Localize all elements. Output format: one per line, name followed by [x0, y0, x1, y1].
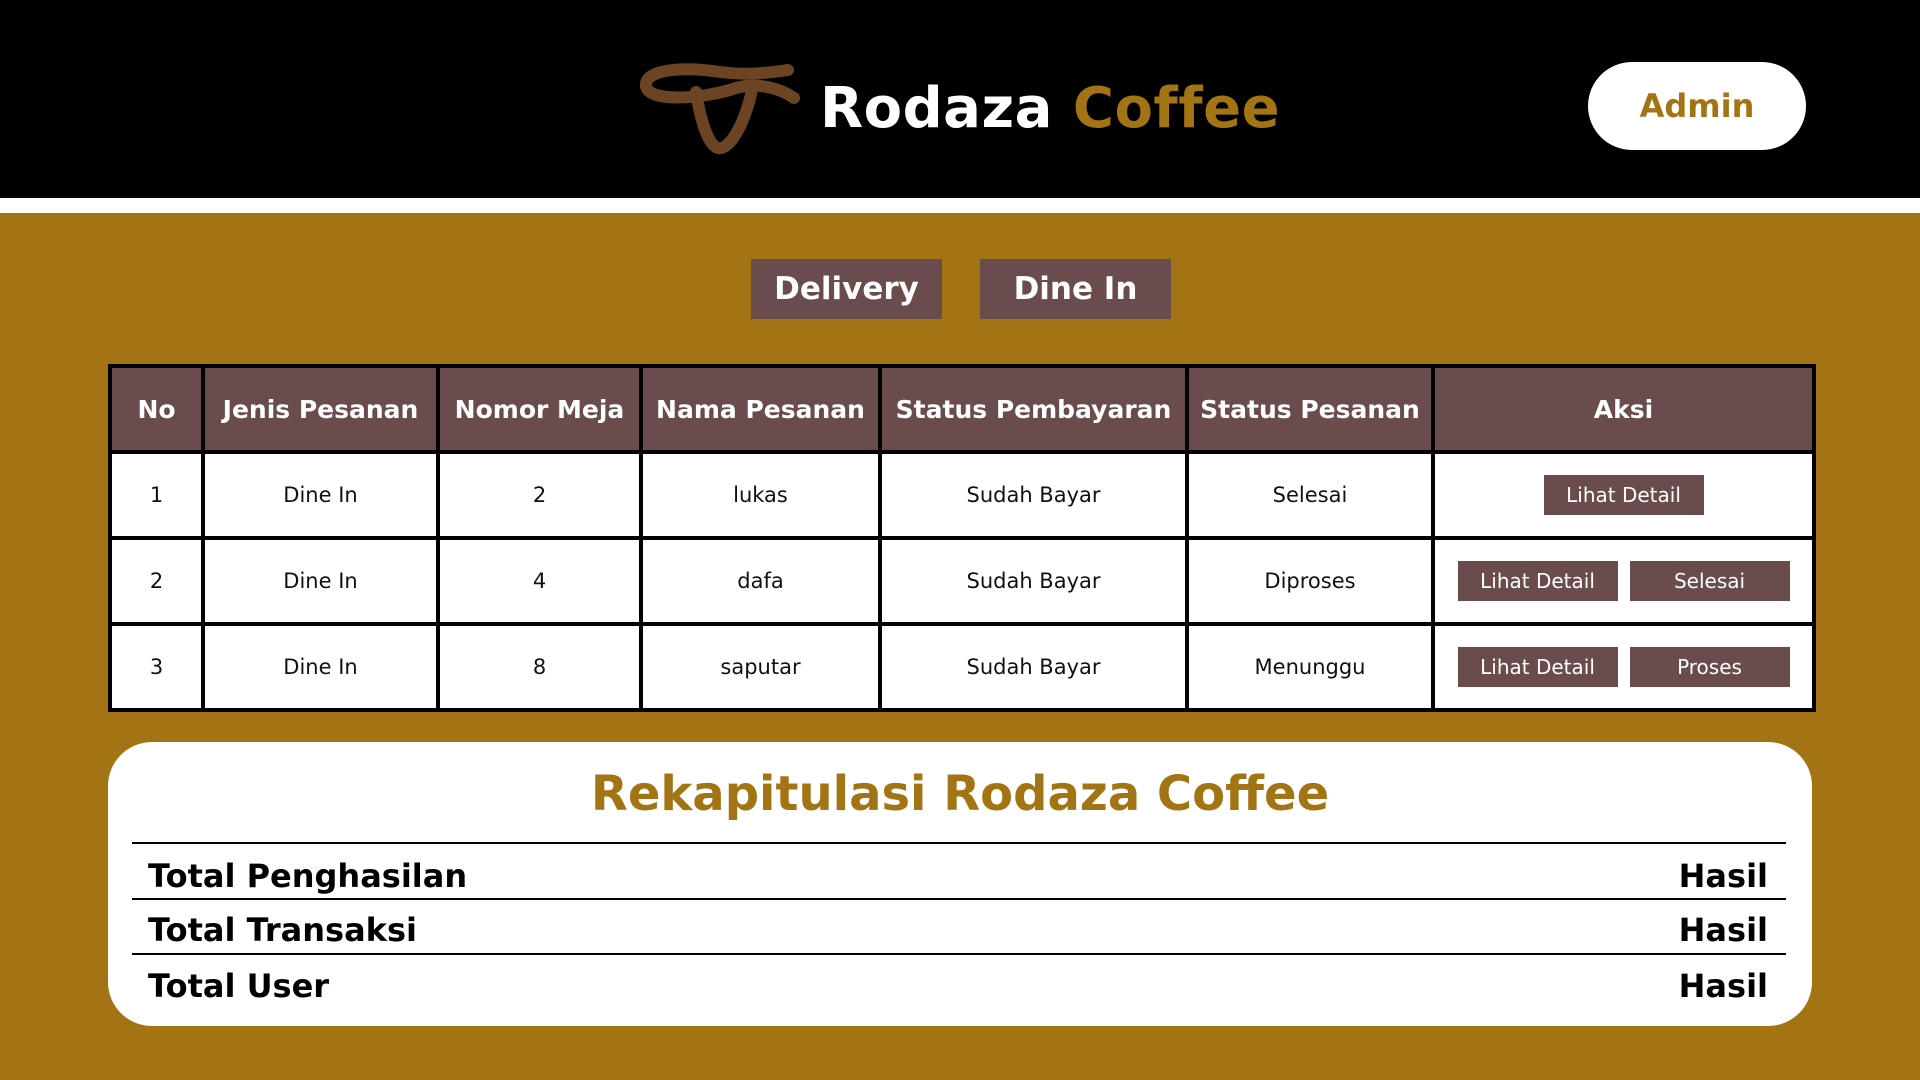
cell-aksi: Lihat Detail: [1431, 450, 1816, 540]
recap-label: Total Transaksi: [148, 911, 417, 949]
tab-delivery[interactable]: Delivery: [751, 259, 942, 319]
cell-status: Selesai: [1185, 450, 1435, 540]
cell-aksi: Lihat Detail Selesai: [1431, 536, 1816, 626]
selesai-button[interactable]: Selesai: [1629, 561, 1790, 601]
divider: [132, 842, 1786, 844]
cell-jenis: Dine In: [201, 450, 440, 540]
table-row: 1 Dine In 2 lukas Sudah Bayar Selesai Li…: [108, 450, 1816, 540]
brand: Rodaza Coffee: [640, 58, 1280, 158]
table-row: 3 Dine In 8 saputar Sudah Bayar Menunggu…: [108, 622, 1816, 712]
header-divider: [0, 198, 1920, 213]
cell-bayar: Sudah Bayar: [878, 536, 1189, 626]
cell-status: Diproses: [1185, 536, 1435, 626]
brand-name-part1: Rodaza: [820, 75, 1053, 141]
recap-row-transaksi: Total Transaksi Hasil: [148, 911, 1768, 949]
recap-panel: Rekapitulasi Rodaza Coffee Total Penghas…: [108, 742, 1812, 1026]
cell-no: 2: [108, 536, 205, 626]
table-row: 2 Dine In 4 dafa Sudah Bayar Diproses Li…: [108, 536, 1816, 626]
col-header-nama-pesanan: Nama Pesanan: [639, 364, 882, 454]
recap-value: Hasil: [1678, 857, 1768, 895]
cell-bayar: Sudah Bayar: [878, 450, 1189, 540]
recap-row-penghasilan: Total Penghasilan Hasil: [148, 857, 1768, 895]
cell-no: 3: [108, 622, 205, 712]
orders-table: No Jenis Pesanan Nomor Meja Nama Pesanan…: [108, 364, 1816, 712]
cell-nama: lukas: [639, 450, 882, 540]
col-header-nomor-meja: Nomor Meja: [436, 364, 643, 454]
cell-meja: 8: [436, 622, 643, 712]
recap-label: Total User: [148, 967, 330, 1005]
admin-button[interactable]: Admin: [1588, 62, 1806, 150]
header-bar: Rodaza Coffee Admin: [0, 0, 1920, 198]
cell-jenis: Dine In: [201, 622, 440, 712]
col-header-status-pesanan: Status Pesanan: [1185, 364, 1435, 454]
lihat-detail-button[interactable]: Lihat Detail: [1457, 647, 1618, 687]
col-header-aksi: Aksi: [1431, 364, 1816, 454]
col-header-jenis-pesanan: Jenis Pesanan: [201, 364, 440, 454]
cell-status: Menunggu: [1185, 622, 1435, 712]
divider: [132, 953, 1786, 955]
divider: [132, 898, 1786, 900]
cell-aksi: Lihat Detail Proses: [1431, 622, 1816, 712]
recap-value: Hasil: [1678, 967, 1768, 1005]
cell-meja: 4: [436, 536, 643, 626]
lihat-detail-button[interactable]: Lihat Detail: [1457, 561, 1618, 601]
cell-nama: saputar: [639, 622, 882, 712]
recap-row-user: Total User Hasil: [148, 967, 1768, 1005]
cell-nama: dafa: [639, 536, 882, 626]
col-header-status-pembayaran: Status Pembayaran: [878, 364, 1189, 454]
cell-bayar: Sudah Bayar: [878, 622, 1189, 712]
brand-name: Rodaza Coffee: [820, 76, 1280, 141]
cell-no: 1: [108, 450, 205, 540]
cell-jenis: Dine In: [201, 536, 440, 626]
lihat-detail-button[interactable]: Lihat Detail: [1543, 475, 1704, 515]
recap-label: Total Penghasilan: [148, 857, 468, 895]
tab-dine-in[interactable]: Dine In: [980, 259, 1171, 319]
brand-name-part2: Coffee: [1072, 75, 1281, 141]
recap-value: Hasil: [1678, 911, 1768, 949]
col-header-no: No: [108, 364, 205, 454]
coffee-swirl-logo-icon: [640, 63, 800, 154]
cell-meja: 2: [436, 450, 643, 540]
recap-title: Rekapitulasi Rodaza Coffee: [590, 766, 1330, 822]
table-header-row: No Jenis Pesanan Nomor Meja Nama Pesanan…: [108, 364, 1816, 454]
proses-button[interactable]: Proses: [1629, 647, 1790, 687]
